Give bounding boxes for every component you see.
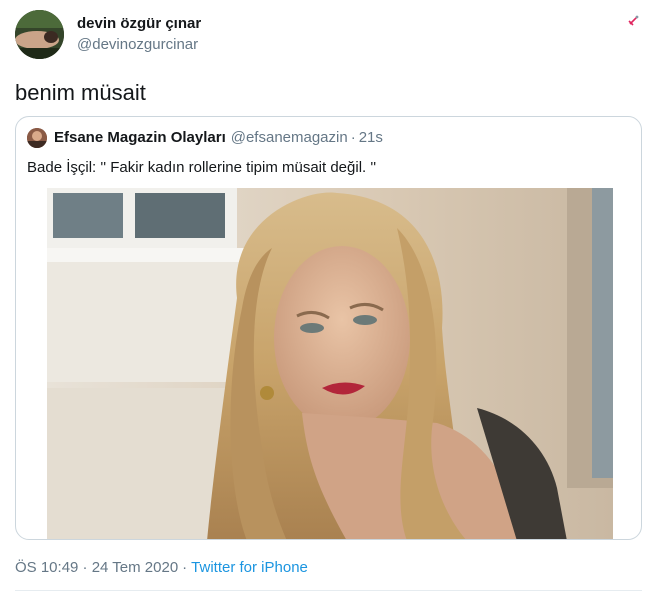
tweet-meta: ÖS 10:49 · 24 Tem 2020 · Twitter for iPhon…	[15, 559, 308, 576]
quoted-header: Efsane Magazin Olayları @efsanemagazin · 21…	[54, 129, 383, 146]
quoted-display-name[interactable]: Efsane Magazin Olayları	[54, 129, 226, 146]
tweet-timestamp[interactable]: ÖS 10:49 · 24 Tem 2020	[15, 559, 178, 576]
quoted-tweet[interactable]: Efsane Magazin Olayları @efsanemagazin · 21…	[15, 116, 642, 540]
quoted-avatar[interactable]	[27, 128, 47, 148]
tweet-source-link[interactable]: Twitter for iPhone	[191, 559, 308, 576]
meta-separator: ·	[182, 559, 188, 576]
quoted-text: Bade İşçil: '' Fakir kadın rollerine tip…	[27, 159, 377, 176]
chevron-down-icon[interactable]	[624, 12, 642, 30]
author-handle[interactable]: @devinozgurcinar	[77, 36, 198, 53]
tweet: devin özgür çınar @devinozgurcinar benim…	[0, 0, 667, 594]
quoted-separator: ·	[350, 129, 356, 146]
quoted-handle[interactable]: @efsanemagazin	[231, 129, 348, 146]
tweet-text: benim müsait	[15, 80, 146, 105]
quoted-time[interactable]: 21s	[359, 129, 383, 146]
author-display-name[interactable]: devin özgür çınar	[77, 15, 201, 32]
avatar[interactable]	[15, 10, 64, 59]
quoted-media-photo[interactable]	[47, 188, 613, 539]
divider	[15, 590, 642, 591]
